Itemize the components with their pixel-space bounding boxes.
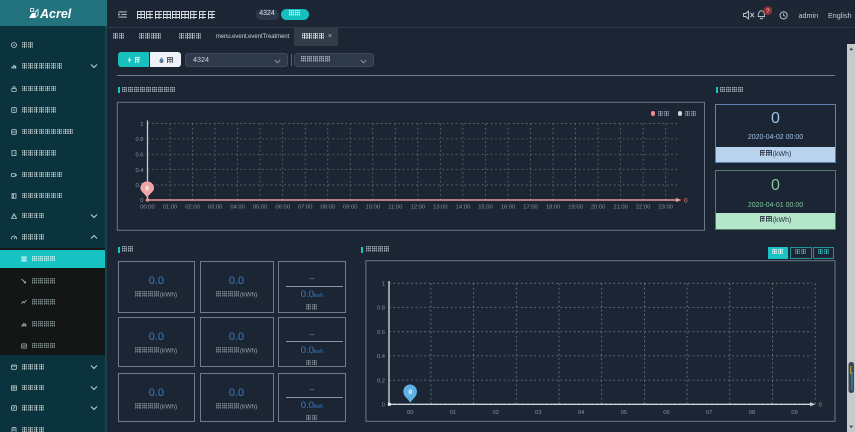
svg-text:05:00: 05:00	[253, 205, 268, 211]
svg-text:0.2: 0.2	[377, 378, 385, 384]
svg-text:0.8: 0.8	[377, 306, 385, 312]
svg-text:23:00: 23:00	[658, 205, 673, 211]
svg-text:0: 0	[408, 389, 412, 396]
svg-text:0: 0	[684, 198, 688, 205]
svg-text:0.4: 0.4	[377, 354, 386, 360]
svg-text:13:00: 13:00	[433, 205, 448, 211]
svg-text:08:00: 08:00	[320, 205, 335, 211]
svg-text:1: 1	[140, 122, 143, 128]
svg-text:Acrel: Acrel	[39, 7, 72, 20]
svg-text:02: 02	[492, 410, 498, 416]
svg-text:0: 0	[382, 403, 385, 409]
svg-text:0: 0	[819, 403, 822, 409]
svg-text:02:00: 02:00	[185, 205, 200, 211]
svg-text:21:00: 21:00	[613, 205, 628, 211]
svg-text:09:00: 09:00	[343, 205, 358, 211]
svg-text:?: ?	[766, 8, 770, 15]
svg-text:20:00: 20:00	[591, 205, 606, 211]
svg-text:19:00: 19:00	[568, 205, 583, 211]
svg-text:09: 09	[791, 410, 797, 416]
svg-text:08: 08	[749, 410, 755, 416]
svg-text:03: 03	[535, 410, 541, 416]
svg-text:01:00: 01:00	[163, 205, 178, 211]
svg-text:16:00: 16:00	[501, 205, 516, 211]
svg-text:07: 07	[706, 410, 712, 416]
svg-text:14:00: 14:00	[456, 205, 471, 211]
svg-text:1: 1	[382, 282, 385, 288]
svg-text:0.6: 0.6	[377, 330, 385, 336]
svg-text:0.8: 0.8	[135, 137, 143, 143]
svg-text:0.4: 0.4	[135, 168, 144, 174]
svg-text:07:00: 07:00	[298, 205, 313, 211]
svg-text:03:00: 03:00	[208, 205, 223, 211]
svg-text:06:00: 06:00	[275, 205, 290, 211]
svg-text:0: 0	[140, 198, 143, 204]
svg-text:00: 00	[407, 410, 413, 416]
svg-text:04: 04	[578, 410, 585, 416]
svg-text:06: 06	[663, 410, 669, 416]
svg-text:15:00: 15:00	[478, 205, 493, 211]
svg-text:10:00: 10:00	[366, 205, 381, 211]
svg-text:05: 05	[621, 410, 627, 416]
svg-text:0.6: 0.6	[135, 152, 143, 158]
svg-text:12:00: 12:00	[411, 205, 426, 211]
svg-text:04:00: 04:00	[230, 205, 245, 211]
svg-text:18:00: 18:00	[546, 205, 561, 211]
svg-text:22:00: 22:00	[636, 205, 651, 211]
svg-text:11:00: 11:00	[388, 205, 402, 211]
svg-text:17:00: 17:00	[523, 205, 538, 211]
svg-text:00:00: 00:00	[140, 205, 155, 211]
svg-text:01: 01	[450, 410, 456, 416]
